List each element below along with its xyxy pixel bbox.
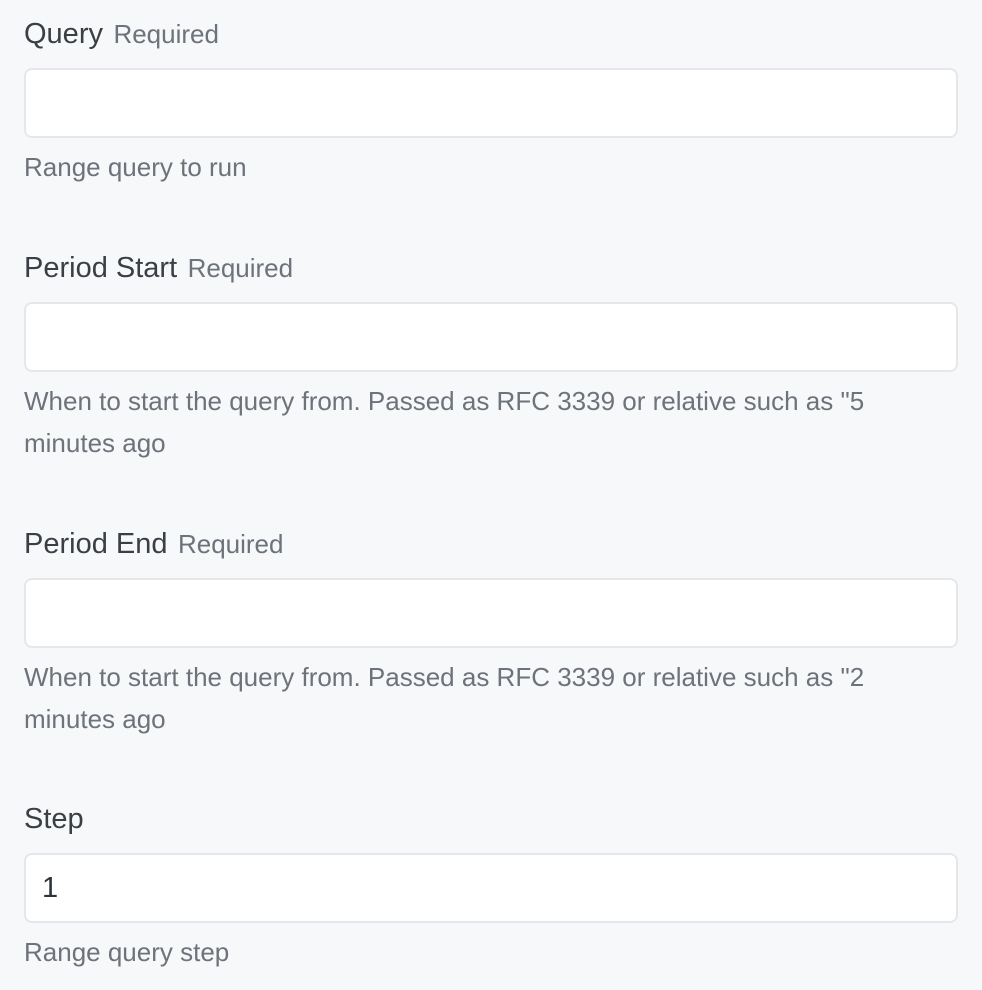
period-end-label-row: Period End Required (24, 527, 958, 561)
query-required-tag: Required (113, 19, 219, 49)
period-start-label: Period Start (24, 252, 178, 284)
step-label: Step (24, 803, 84, 835)
step-label-row: Step (24, 802, 958, 836)
step-help-text: Range query step (24, 937, 230, 967)
period-end-label: Period End (24, 528, 168, 560)
period-start-input[interactable] (24, 302, 958, 372)
period-start-label-row: Period Start Required (24, 251, 958, 285)
period-start-field: Period Start Required When to start the … (24, 251, 958, 464)
range-query-form: Query Required Range query to run Period… (0, 0, 982, 990)
query-label-row: Query Required (24, 17, 958, 51)
period-start-help-text: When to start the query from. Passed as … (24, 386, 865, 458)
period-start-required-tag: Required (187, 253, 294, 283)
period-end-field: Period End Required When to start the qu… (24, 527, 958, 740)
query-help-text: Range query to run (24, 152, 247, 182)
step-field: Step Range query step (24, 802, 958, 973)
period-end-help-text: When to start the query from. Passed as … (24, 662, 865, 734)
step-input[interactable] (24, 853, 958, 923)
query-input[interactable] (24, 68, 958, 138)
query-label: Query (24, 18, 103, 50)
period-end-required-tag: Required (177, 529, 284, 559)
query-field: Query Required Range query to run (24, 17, 958, 188)
period-end-input[interactable] (24, 578, 958, 648)
